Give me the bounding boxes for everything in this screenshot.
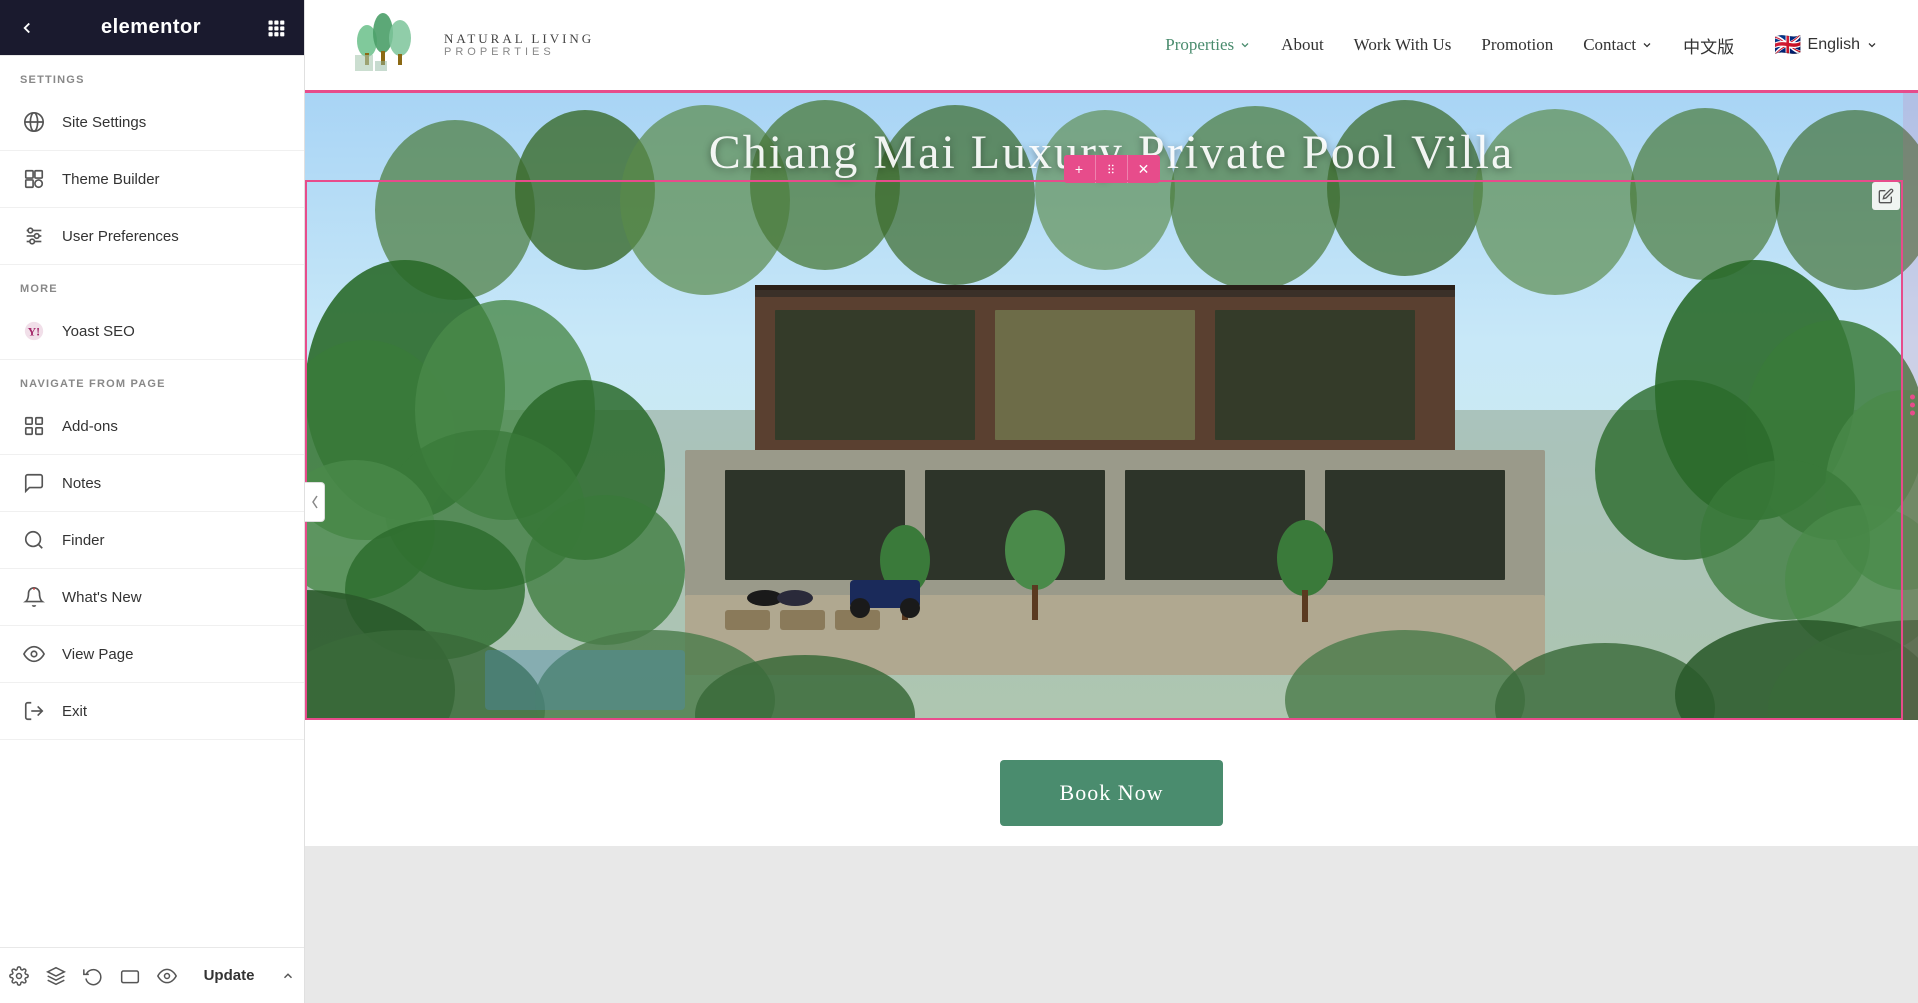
navigation-bar: Natural Living Properties Properties Abo…	[305, 0, 1918, 90]
back-button[interactable]	[18, 19, 36, 37]
sidebar-item-finder[interactable]: Finder	[0, 512, 304, 569]
add-ons-label: Add-ons	[62, 418, 118, 435]
more-section-label: MORE	[0, 265, 304, 303]
properties-arrow-icon	[1239, 39, 1251, 51]
section-add-button[interactable]: +	[1064, 155, 1096, 183]
edit-button-top-right[interactable]	[1872, 182, 1900, 210]
sidebar-item-exit[interactable]: Exit	[0, 683, 304, 740]
svg-text:Y!: Y!	[28, 325, 41, 339]
language-selector[interactable]: 🇬🇧 English	[1774, 32, 1878, 58]
section-move-button[interactable]	[1096, 155, 1128, 183]
sidebar-item-notes[interactable]: Notes	[0, 455, 304, 512]
nav-item-chinese[interactable]: 中文版	[1683, 33, 1734, 58]
finder-icon	[20, 526, 48, 554]
collapse-sidebar-button[interactable]	[305, 482, 325, 522]
nav-item-contact[interactable]: Contact	[1583, 35, 1653, 55]
sidebar-content: SETTINGS Site Settings Theme Builder	[0, 56, 304, 947]
nav-item-about[interactable]: About	[1281, 35, 1324, 55]
view-icon	[20, 640, 48, 668]
hero-section: Chiang Mai Luxury Private Pool Villa + ✕	[305, 90, 1918, 720]
finder-label: Finder	[62, 532, 105, 549]
section-close-button[interactable]: ✕	[1128, 155, 1160, 183]
update-button[interactable]: Update	[186, 959, 273, 992]
preview-footer-button[interactable]	[149, 958, 185, 994]
main-canvas: Natural Living Properties Properties Abo…	[305, 0, 1918, 1003]
whats-new-label: What's New	[62, 589, 142, 606]
nav-menu: Properties About Work With Us Promotion …	[1165, 32, 1878, 58]
sliders-icon	[20, 222, 48, 250]
language-arrow-icon	[1866, 39, 1878, 51]
sidebar-item-add-ons[interactable]: Add-ons	[0, 398, 304, 455]
elementor-logo: elementor	[101, 16, 201, 39]
nav-item-work-with-us[interactable]: Work With Us	[1354, 35, 1452, 55]
history-footer-button[interactable]	[75, 958, 111, 994]
settings-section-label: SETTINGS	[0, 56, 304, 94]
sidebar-item-whats-new[interactable]: What's New	[0, 569, 304, 626]
sidebar-footer: Update	[0, 947, 304, 1003]
notes-label: Notes	[62, 475, 101, 492]
hero-background	[305, 90, 1918, 720]
website-content: Natural Living Properties Properties Abo…	[305, 0, 1918, 846]
whats-new-icon	[20, 583, 48, 611]
yoast-icon: Y!	[20, 317, 48, 345]
theme-builder-label: Theme Builder	[62, 171, 160, 188]
logo-text: Natural Living Properties	[444, 31, 594, 60]
hero-selection-top-border	[305, 90, 1918, 93]
globe-icon	[20, 108, 48, 136]
exit-icon	[20, 697, 48, 725]
hero-scene-svg	[305, 90, 1918, 720]
exit-label: Exit	[62, 703, 87, 720]
view-page-label: View Page	[62, 646, 133, 663]
responsive-footer-button[interactable]	[112, 958, 148, 994]
site-logo: Natural Living Properties	[345, 13, 594, 78]
elementor-section-toolbar: + ✕	[1064, 155, 1160, 183]
book-now-section: Book Now	[305, 720, 1918, 846]
sidebar-header: elementor	[0, 0, 304, 56]
navigate-section-label: NAVIGATE FROM PAGE	[0, 360, 304, 398]
logo-name: Natural Living	[444, 31, 594, 47]
layers-footer-button[interactable]	[38, 958, 74, 994]
yoast-seo-label: Yoast SEO	[62, 323, 135, 340]
update-chevron-button[interactable]	[273, 958, 303, 994]
sidebar-item-user-preferences[interactable]: User Preferences	[0, 208, 304, 265]
grid-menu-button[interactable]	[266, 18, 286, 38]
notes-icon	[20, 469, 48, 497]
sidebar-item-site-settings[interactable]: Site Settings	[0, 94, 304, 151]
language-label: English	[1808, 36, 1860, 54]
user-preferences-label: User Preferences	[62, 228, 179, 245]
theme-icon	[20, 165, 48, 193]
addons-icon	[20, 412, 48, 440]
resize-dots	[1910, 395, 1915, 416]
flag-icon: 🇬🇧	[1774, 32, 1801, 58]
contact-arrow-icon	[1641, 39, 1653, 51]
site-settings-label: Site Settings	[62, 114, 146, 131]
nav-item-promotion[interactable]: Promotion	[1481, 35, 1553, 55]
nav-item-properties[interactable]: Properties	[1165, 35, 1251, 55]
sidebar-item-view-page[interactable]: View Page	[0, 626, 304, 683]
logo-icon	[345, 13, 430, 78]
sidebar: elementor SETTINGS Site Settings	[0, 0, 305, 1003]
resize-handle-right[interactable]	[1903, 90, 1918, 720]
canvas-inner: Natural Living Properties Properties Abo…	[305, 0, 1918, 1003]
book-now-button[interactable]: Book Now	[1000, 760, 1224, 826]
settings-footer-button[interactable]	[1, 958, 37, 994]
sidebar-item-theme-builder[interactable]: Theme Builder	[0, 151, 304, 208]
sidebar-item-yoast-seo[interactable]: Y! Yoast SEO	[0, 303, 304, 360]
logo-sub: Properties	[444, 46, 594, 59]
